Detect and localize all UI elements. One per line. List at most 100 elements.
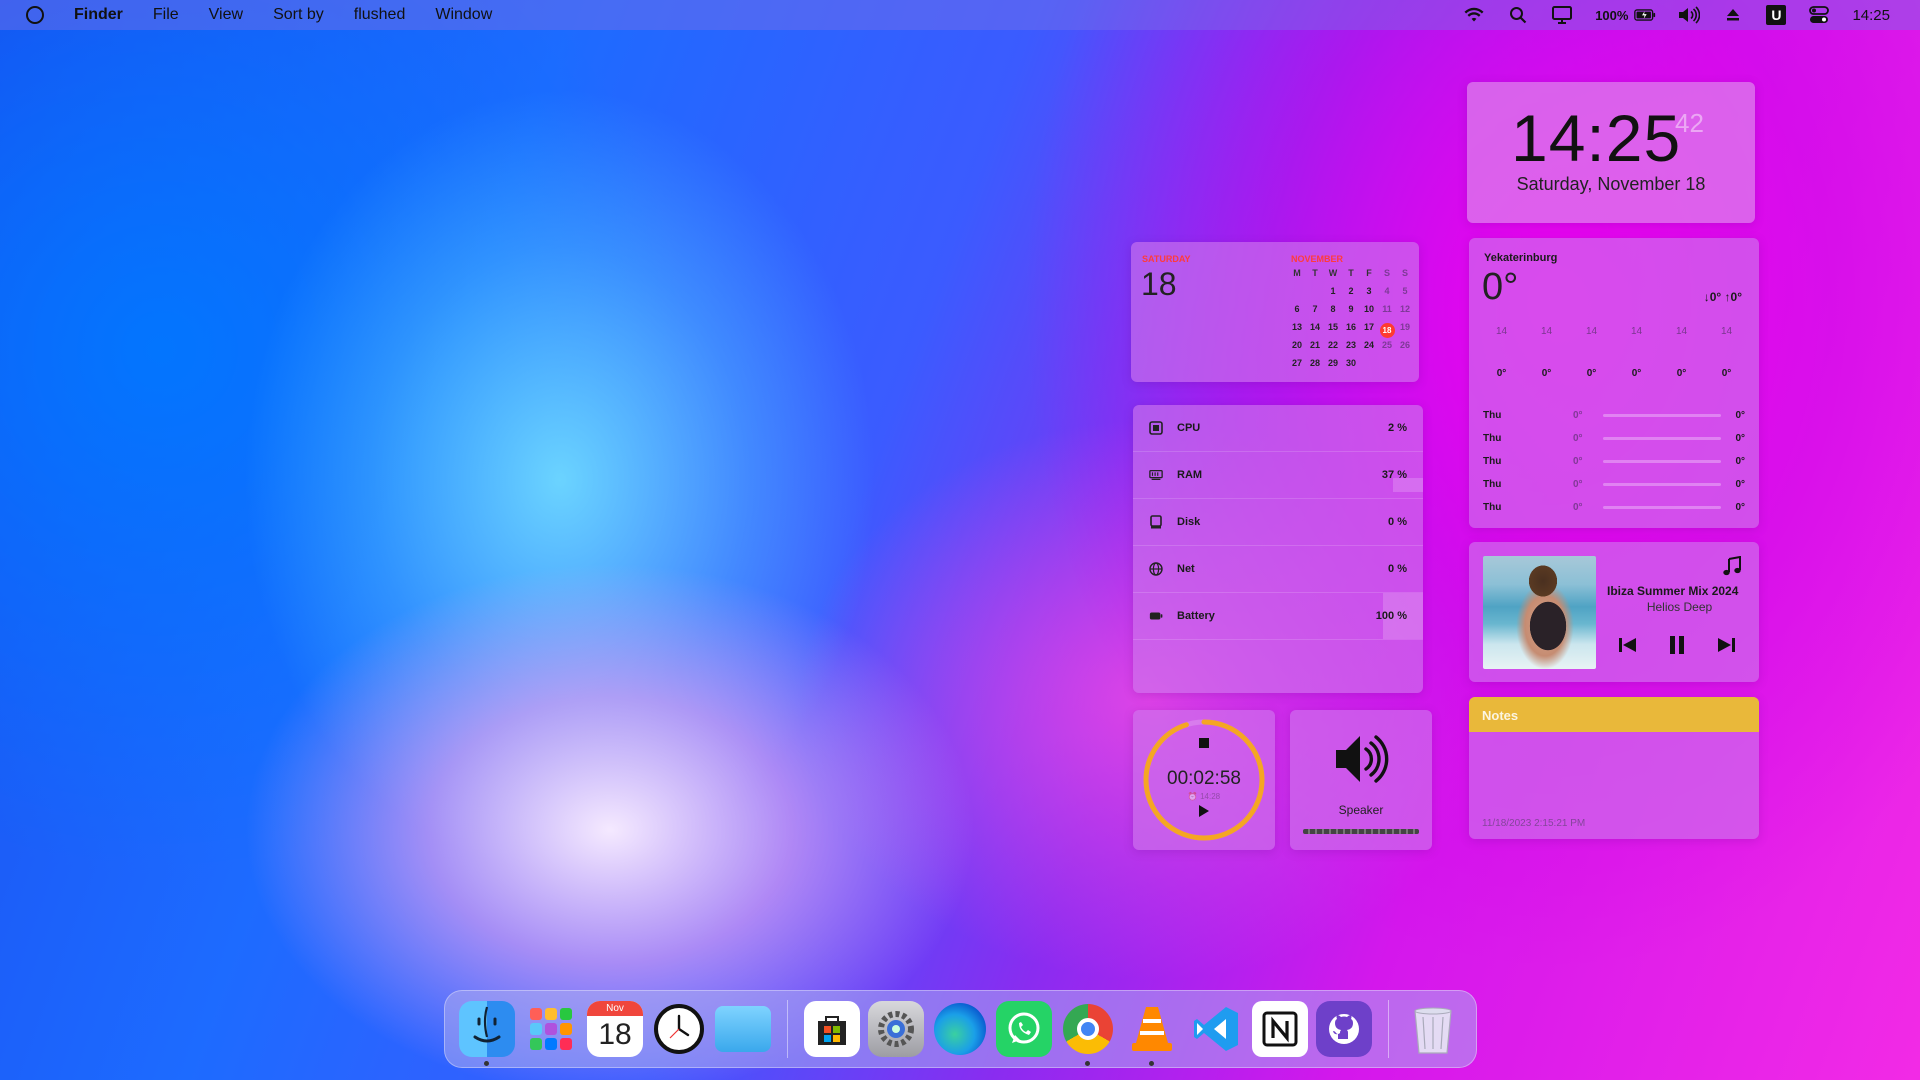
calendar-day-cell[interactable]: 30 xyxy=(1342,358,1360,376)
calendar-day-cell[interactable]: 12 xyxy=(1396,304,1414,322)
dock-files[interactable] xyxy=(715,1001,771,1057)
dock-trash[interactable] xyxy=(1405,1001,1461,1057)
calendar-day: 7 xyxy=(1312,304,1318,314)
calendar-day-cell[interactable]: 25 xyxy=(1378,340,1396,358)
stat-value: 0 % xyxy=(1388,516,1407,528)
speaker-icon[interactable] xyxy=(1334,732,1390,791)
menu-sort-by[interactable]: Sort by xyxy=(273,6,324,24)
stat-value: 2 % xyxy=(1388,422,1407,434)
calendar-day-cell[interactable]: 6 xyxy=(1288,304,1306,322)
menubar-clock[interactable]: 14:25 xyxy=(1852,7,1890,24)
calendar-day-cell[interactable]: 24 xyxy=(1360,340,1378,358)
dock-finder[interactable] xyxy=(459,1001,515,1066)
calendar-day: 14 xyxy=(1309,322,1320,332)
calendar-day: 5 xyxy=(1402,286,1408,296)
calendar-day-cell[interactable]: 22 xyxy=(1324,340,1342,358)
battery-icon[interactable] xyxy=(1634,5,1656,25)
calendar-day-cell[interactable]: 21 xyxy=(1306,340,1324,358)
calendar-day-cell[interactable]: 28 xyxy=(1306,358,1324,376)
dock-calendar[interactable]: Nov 18 xyxy=(587,1001,643,1057)
calendar-day: 22 xyxy=(1327,340,1338,350)
wifi-icon[interactable] xyxy=(1463,5,1485,25)
calendar-day-cell[interactable]: 20 xyxy=(1288,340,1306,358)
dock-microsoft-store[interactable] xyxy=(804,1001,860,1057)
dock-settings[interactable] xyxy=(868,1001,924,1057)
calendar-day-cell[interactable]: 15 xyxy=(1324,322,1342,340)
calendar-day-cell[interactable]: 16 xyxy=(1342,322,1360,340)
calendar-day-cell[interactable]: 23 xyxy=(1342,340,1360,358)
calendar-day-cell[interactable]: 10 xyxy=(1360,304,1378,322)
dock-clock[interactable] xyxy=(651,1001,707,1057)
weather-day-low: 0° xyxy=(1573,433,1583,444)
dock-github-desktop[interactable] xyxy=(1316,1001,1372,1057)
clock-seconds: 42 xyxy=(1675,108,1704,138)
calendar-day: 28 xyxy=(1309,358,1320,368)
calendar-day-cell[interactable]: 29 xyxy=(1324,358,1342,376)
stop-icon[interactable] xyxy=(1199,738,1209,748)
menu-window[interactable]: Window xyxy=(435,6,492,24)
system-menu-icon[interactable] xyxy=(26,6,44,24)
calendar-day-cell[interactable]: 1 xyxy=(1324,286,1342,304)
dock-vscode[interactable] xyxy=(1188,1001,1244,1057)
dock-edge[interactable] xyxy=(932,1001,988,1057)
menu-flushed[interactable]: flushed xyxy=(354,6,406,24)
calendar-day-cell[interactable]: 17 xyxy=(1360,322,1378,340)
dock-notion[interactable] xyxy=(1252,1001,1308,1057)
calendar-day-cell[interactable]: 4 xyxy=(1378,286,1396,304)
calendar-day-cell[interactable]: 13 xyxy=(1288,322,1306,340)
weather-hour: 14 xyxy=(1540,326,1553,337)
menu-file[interactable]: File xyxy=(153,6,179,24)
weather-widget[interactable]: Yekaterinburg 0° ↓0° ↑0° 14 14 14 14 14 14 0°… xyxy=(1469,238,1759,528)
pause-icon[interactable] xyxy=(1666,634,1688,656)
calendar-day-cell[interactable]: 19 xyxy=(1396,322,1414,340)
weather-day-high: 0° xyxy=(1735,502,1745,513)
calendar-day: 2 xyxy=(1348,286,1354,296)
dock-whatsapp[interactable] xyxy=(996,1001,1052,1057)
calendar-day-cell[interactable]: 5 xyxy=(1396,286,1414,304)
calendar-day-cell[interactable]: 8 xyxy=(1324,304,1342,322)
calendar-day-cell[interactable]: 11 xyxy=(1378,304,1396,322)
calendar-grid: M T W T F S S 1 2 3 4 5 6 7 8 9 10 11 12 13 14 15 16 17 18 19 20 21… xyxy=(1288,268,1414,376)
search-icon[interactable] xyxy=(1507,5,1529,25)
notes-widget[interactable]: Notes 11/18/2023 2:15:21 PM xyxy=(1469,697,1759,839)
eject-icon[interactable] xyxy=(1722,5,1744,25)
calendar-day-cell[interactable]: 18 xyxy=(1378,322,1396,340)
battery-percent[interactable]: 100% xyxy=(1595,8,1628,23)
menu-view[interactable]: View xyxy=(209,6,243,24)
speaker-widget[interactable]: Speaker xyxy=(1290,710,1432,850)
running-indicator xyxy=(484,1061,489,1066)
weather-day-name: Thu xyxy=(1483,479,1502,490)
weather-day-low: 0° xyxy=(1573,456,1583,467)
user-icon[interactable]: U xyxy=(1766,5,1787,25)
play-icon[interactable] xyxy=(1199,805,1209,817)
calendar-day: 8 xyxy=(1330,304,1336,314)
next-track-icon[interactable] xyxy=(1715,634,1737,656)
calendar-day-cell[interactable]: 2 xyxy=(1342,286,1360,304)
calendar-day-cell[interactable]: 3 xyxy=(1360,286,1378,304)
calendar-day-cell[interactable]: 26 xyxy=(1396,340,1414,358)
calendar-day-cell[interactable]: 27 xyxy=(1288,358,1306,376)
menu-app-name[interactable]: Finder xyxy=(74,6,123,24)
dock-vlc[interactable] xyxy=(1124,1001,1180,1066)
calendar-widget[interactable]: SATURDAY 18 NOVEMBER M T W T F S S 1 2 3 4 5 6 7 8 9 10 1… xyxy=(1131,242,1419,382)
calendar-day: 30 xyxy=(1345,358,1356,368)
display-icon[interactable] xyxy=(1551,5,1573,25)
music-widget[interactable]: Ibiza Summer Mix 2024 Helios Deep xyxy=(1469,542,1759,682)
calendar-day-cell[interactable]: 9 xyxy=(1342,304,1360,322)
dock: Nov 18 xyxy=(444,990,1477,1068)
timer-widget[interactable]: 00:02:58 ⏰ 14:28 xyxy=(1133,710,1275,850)
dock-launchpad[interactable] xyxy=(523,1001,579,1057)
control-center-icon[interactable] xyxy=(1808,5,1830,25)
dock-chrome[interactable] xyxy=(1060,1001,1116,1066)
previous-track-icon[interactable] xyxy=(1617,634,1639,656)
system-stats-widget[interactable]: CPU 2 % RAM 37 % Disk 0 % Net 0 % Batter… xyxy=(1133,405,1423,693)
calendar-day: 29 xyxy=(1327,358,1338,368)
volume-slider[interactable] xyxy=(1303,829,1419,834)
calendar-day-cell[interactable]: 7 xyxy=(1306,304,1324,322)
volume-icon[interactable] xyxy=(1678,5,1701,25)
calendar-day-cell[interactable]: 14 xyxy=(1306,322,1324,340)
weather-hour-temp: 0° xyxy=(1721,368,1732,379)
calendar-month: NOVEMBER xyxy=(1291,254,1344,264)
clock-widget[interactable]: 14:25 42 Saturday, November 18 xyxy=(1467,82,1755,223)
weather-hours: 14 14 14 14 14 14 xyxy=(1469,326,1759,337)
